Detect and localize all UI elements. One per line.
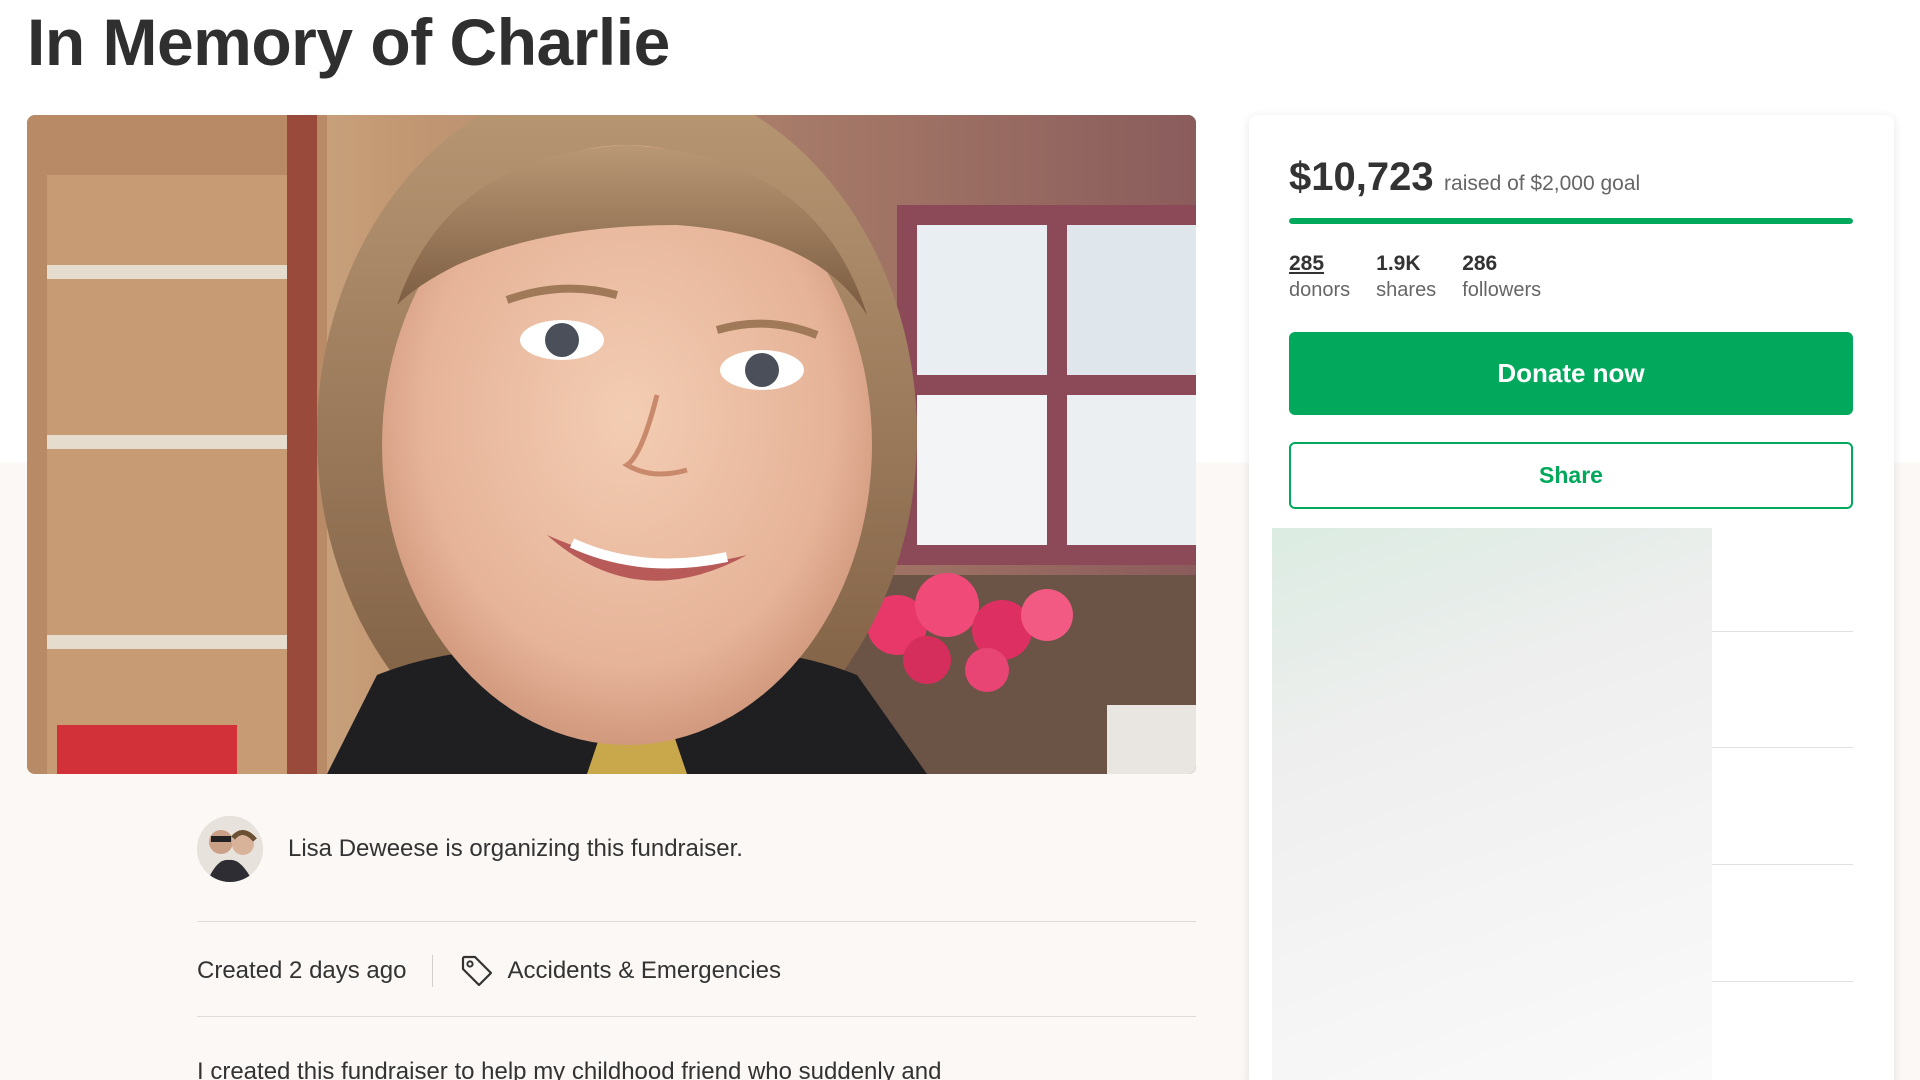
donation-card: $10,723 raised of $2,000 goal 285 donors… [1249,115,1894,1080]
raised-amount: $10,723 [1289,155,1434,199]
organizer-row: Lisa Deweese is organizing this fundrais… [197,814,1196,884]
stat-label: followers [1462,279,1542,301]
stat-number: 286 [1462,252,1498,275]
stat-followers: 286 followers [1462,250,1541,304]
stat-number: 1.9K [1376,252,1421,275]
stat-donors[interactable]: 285 donors [1289,250,1350,304]
donate-now-button[interactable]: Donate now [1289,332,1853,415]
tag-icon [462,955,493,987]
organizer-text: Lisa Deweese is organizing this fundrais… [288,835,743,862]
story-text: I created this fundraiser to help my chi… [197,1058,942,1080]
donations-loading-placeholder [1272,528,1712,1080]
campaign-stats: 285 donors 1.9K shares 286 followers [1289,250,1541,304]
divider [197,921,1196,922]
raised-summary: $10,723 raised of $2,000 goal [1289,155,1640,200]
organizer-avatar[interactable] [197,816,263,882]
stat-shares: 1.9K shares [1376,250,1436,304]
progress-fill [1289,218,1853,224]
category-link[interactable]: Accidents & Emergencies [507,957,780,985]
list-divider [1712,747,1853,748]
campaign-photo-image [27,115,1196,774]
created-date: Created 2 days ago [197,957,407,984]
stat-label: shares [1376,279,1437,301]
page-title: In Memory of Charlie [27,5,670,79]
avatar-image [197,816,263,882]
meta-separator [432,955,434,987]
stat-number[interactable]: 285 [1289,250,1350,277]
goal-text: raised of $2,000 goal [1444,172,1641,195]
campaign-meta: Created 2 days ago Accidents & Emergenci… [197,947,1196,995]
share-button[interactable]: Share [1289,442,1853,509]
progress-bar [1289,218,1853,224]
stat-label: donors [1289,279,1351,301]
list-divider [1712,981,1853,982]
list-divider [1712,864,1853,865]
list-divider [1712,631,1853,632]
campaign-photo[interactable] [27,115,1196,774]
divider [197,1016,1196,1017]
